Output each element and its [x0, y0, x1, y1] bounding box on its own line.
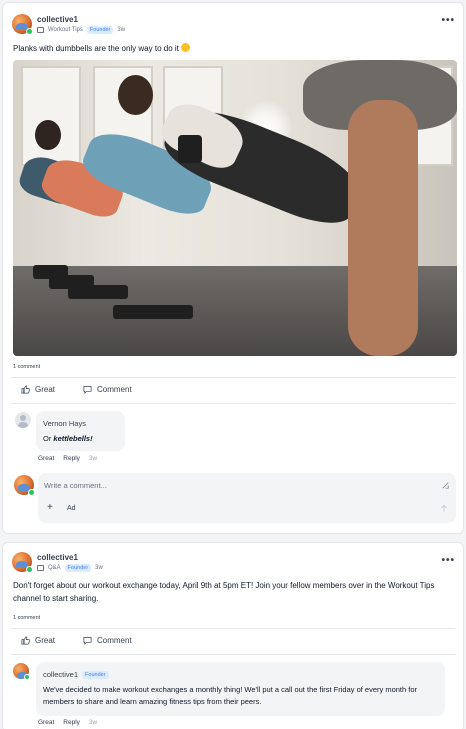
- channel-icon: [37, 565, 44, 571]
- online-indicator: [24, 674, 30, 680]
- comment-actions: Great Reply 3w: [38, 719, 97, 726]
- online-indicator: [28, 489, 35, 496]
- comment-header: collective1 Founder: [43, 670, 109, 679]
- post-image[interactable]: [13, 60, 457, 356]
- commenter-avatar[interactable]: [15, 412, 31, 428]
- channel-name[interactable]: Q&A: [48, 565, 61, 571]
- comment-text: Or kettlebells!: [43, 433, 93, 444]
- comment-bubble-icon: [83, 636, 92, 645]
- thumbs-up-icon: [21, 636, 30, 645]
- comment-great-button[interactable]: Great: [38, 719, 54, 726]
- ad-button[interactable]: Ad: [67, 505, 76, 512]
- divider: [11, 377, 455, 378]
- founder-badge: Founder: [82, 670, 109, 679]
- great-label: Great: [35, 385, 56, 394]
- comment-text-emphasis: kettlebells!: [53, 434, 93, 443]
- divider: [11, 403, 455, 404]
- comment-time: 3w: [88, 719, 98, 726]
- comment-bubble: collective1 Founder We've decided to mak…: [36, 662, 445, 716]
- post-time: 3w: [95, 565, 103, 571]
- comment-text: We've decided to make workout exchanges …: [43, 685, 418, 706]
- online-indicator: [26, 566, 33, 573]
- post-meta: Workout Tips Founder 3w: [37, 26, 125, 34]
- post-card: collective1 Q&A Founder 3w ••• Don't for…: [2, 542, 464, 729]
- comment-label: Comment: [97, 636, 132, 645]
- channel-icon: [37, 27, 44, 33]
- post-text: Don't forget about our workout exchange …: [13, 581, 435, 603]
- divider: [11, 628, 455, 629]
- comment-input[interactable]: [44, 481, 424, 490]
- online-indicator: [26, 28, 33, 35]
- author-name[interactable]: collective1: [37, 15, 78, 24]
- comment-bubble: Vernon Hays Or kettlebells!: [36, 411, 125, 451]
- comment-bubble-icon: [83, 385, 92, 394]
- comment-time: 3w: [88, 455, 98, 462]
- comment-button[interactable]: Comment: [83, 385, 132, 394]
- post-body: Planks with dumbbells are the only way t…: [13, 42, 191, 55]
- great-label: Great: [35, 636, 56, 645]
- comment-reply-button[interactable]: Reply: [63, 719, 80, 726]
- grinning-face-emoji: [181, 43, 191, 52]
- comment-actions: Great Reply 3w: [38, 455, 97, 462]
- great-button[interactable]: Great: [21, 636, 55, 645]
- great-button[interactable]: Great: [21, 385, 55, 394]
- founder-badge: Founder: [86, 26, 114, 34]
- comment-count[interactable]: 1 comment: [13, 364, 40, 370]
- post-time: 3w: [117, 27, 126, 33]
- commenter-name[interactable]: collective1: [43, 670, 78, 679]
- post-card: collective1 Workout Tips Founder 3w ••• …: [2, 2, 464, 534]
- founder-badge: Founder: [64, 564, 92, 572]
- comment-label: Comment: [97, 385, 132, 394]
- commenter-name[interactable]: Vernon Hays: [43, 419, 86, 428]
- divider: [11, 654, 455, 655]
- post-meta: Q&A Founder 3w: [37, 564, 103, 572]
- comment-reply-button[interactable]: Reply: [63, 455, 80, 462]
- thumbs-up-icon: [21, 385, 30, 394]
- expand-edit-icon[interactable]: [441, 481, 450, 490]
- comment-text-prefix: Or: [43, 434, 54, 443]
- comment-composer: + Ad: [38, 473, 456, 523]
- send-arrow-icon[interactable]: [440, 504, 448, 513]
- comment-great-button[interactable]: Great: [38, 455, 54, 462]
- add-attachment-icon[interactable]: +: [47, 502, 53, 513]
- post-text: Planks with dumbbells are the only way t…: [13, 44, 179, 53]
- comment-count[interactable]: 1 comment: [13, 615, 40, 621]
- channel-name[interactable]: Workout Tips: [48, 27, 83, 33]
- comment-button[interactable]: Comment: [83, 636, 132, 645]
- more-horizontal-icon[interactable]: •••: [441, 15, 455, 26]
- more-horizontal-icon[interactable]: •••: [441, 555, 455, 566]
- author-name[interactable]: collective1: [37, 553, 78, 562]
